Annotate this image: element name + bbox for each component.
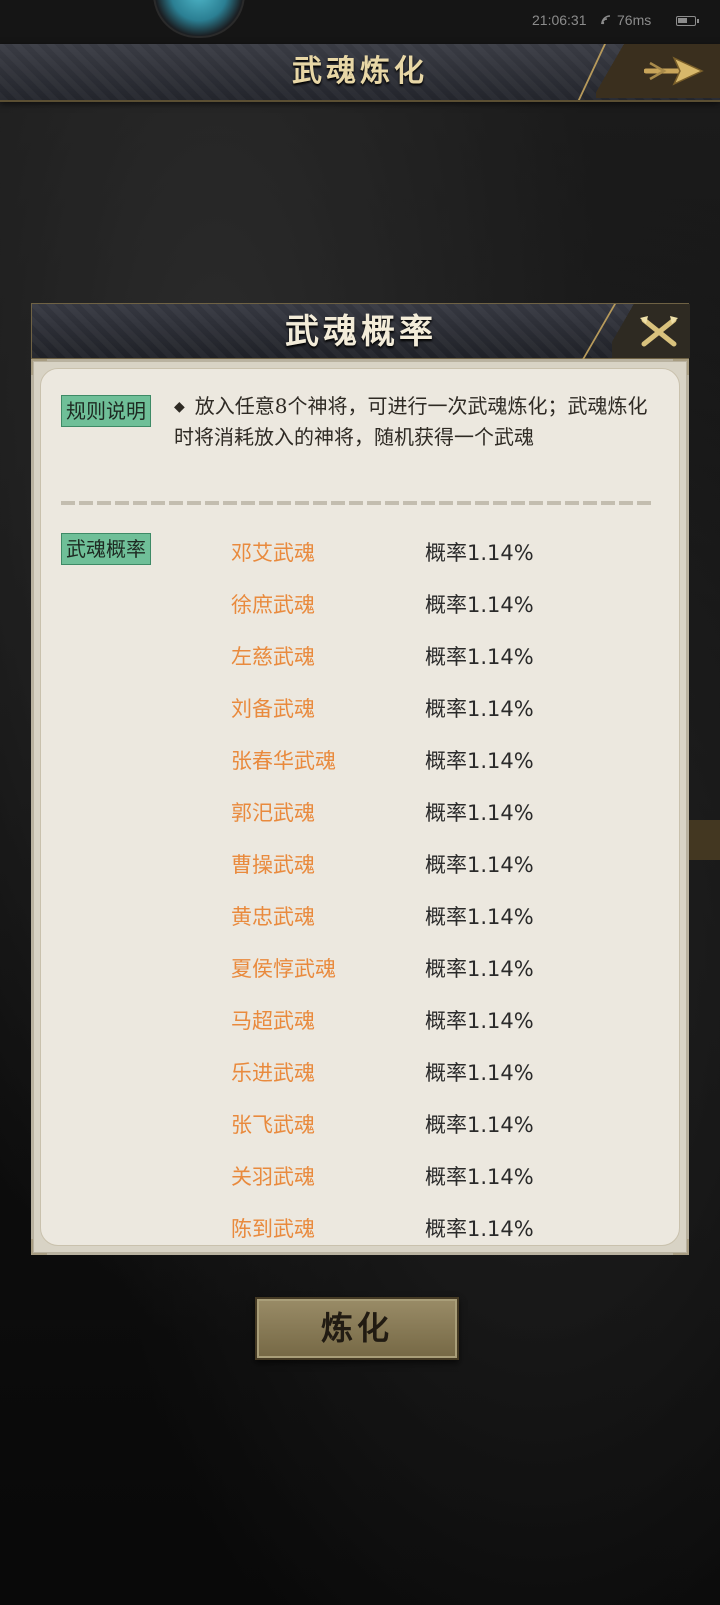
soul-name: 黄忠武魂 [231,905,315,929]
soul-probability: 概率1.14% [425,593,534,617]
soul-probability: 概率1.14% [425,1217,534,1241]
dialog-content-panel[interactable]: 规则说明 ◆ 放入任意8个神将，可进行一次武魂炼化；武魂炼化时将消耗放入的神将，随… [40,368,680,1246]
soul-name: 左慈武魂 [231,645,315,669]
wifi-icon [601,15,611,25]
soul-probability: 概率1.14% [425,697,534,721]
battery-icon [676,16,699,26]
probability-dialog: 武魂概率 规则说明 ◆ 放入任意8个神将，可进行一次武魂炼化；武魂炼化时将消耗放入… [31,303,690,1255]
probability-row: 马超武魂 概率1.14% [41,997,679,1049]
soul-probability: 概率1.14% [425,1165,534,1189]
soul-name: 郭汜武魂 [231,801,315,825]
app-avatar-icon [153,0,245,38]
probability-row: 关羽武魂 概率1.14% [41,1153,679,1205]
soul-name: 关羽武魂 [231,1165,315,1189]
soul-name: 邓艾武魂 [231,541,315,565]
probability-row: 张飞武魂 概率1.14% [41,1101,679,1153]
soul-name: 夏侯惇武魂 [231,957,336,981]
soul-name: 张飞武魂 [231,1113,315,1137]
frame-corner [673,1239,689,1255]
diamond-bullet-icon: ◆ [174,399,185,415]
probability-row: 邓艾武魂 概率1.14% [41,529,679,581]
dialog-body: 规则说明 ◆ 放入任意8个神将，可进行一次武魂炼化；武魂炼化时将消耗放入的神将，随… [31,359,689,1255]
soul-name: 张春华武魂 [231,749,336,773]
rules-text: 放入任意8个神将，可进行一次武魂炼化；武魂炼化时将消耗放入的神将，随机获得一个武… [174,394,648,449]
probability-row: 徐庶武魂 概率1.14% [41,581,679,633]
close-x-icon [640,316,678,347]
frame-corner [673,359,689,375]
soul-probability: 概率1.14% [425,749,534,773]
status-ping: 76ms [617,12,652,28]
soul-probability: 概率1.14% [425,541,534,565]
soul-name: 刘备武魂 [231,697,315,721]
soul-probability: 概率1.14% [425,853,534,877]
soul-probability: 概率1.14% [425,1113,534,1137]
divider [61,501,655,505]
soul-name: 陈到武魂 [231,1217,315,1241]
probability-row: 张春华武魂 概率1.14% [41,737,679,789]
soul-probability: 概率1.14% [425,957,534,981]
soul-probability: 概率1.14% [425,1009,534,1033]
rules-tag: 规则说明 [61,395,151,427]
frame-corner [31,1239,47,1255]
soul-name: 徐庶武魂 [231,593,315,617]
dialog-title: 武魂概率 [285,312,437,352]
soul-probability: 概率1.14% [425,645,534,669]
probability-row: 左慈武魂 概率1.14% [41,633,679,685]
status-bar: 21:06:31 76ms [0,0,720,44]
probability-row: 郭汜武魂 概率1.14% [41,789,679,841]
dialog-titlebar: 武魂概率 [31,303,690,359]
soul-name: 马超武魂 [231,1009,315,1033]
back-button[interactable] [596,44,720,98]
probability-row: 夏侯惇武魂 概率1.14% [41,945,679,997]
soul-name: 曹操武魂 [231,853,315,877]
probability-row: 曹操武魂 概率1.14% [41,841,679,893]
soul-name: 乐进武魂 [231,1061,315,1085]
soul-probability: 概率1.14% [425,801,534,825]
soul-probability: 概率1.14% [425,1061,534,1085]
probability-row: 刘备武魂 概率1.14% [41,685,679,737]
probability-row: 黄忠武魂 概率1.14% [41,893,679,945]
page-header: 武魂炼化 [0,44,720,102]
status-time: 21:06:31 [532,12,587,28]
frame-corner [31,359,47,375]
arrow-right-icon [644,56,704,86]
soul-probability: 概率1.14% [425,905,534,929]
probability-row: 乐进武魂 概率1.14% [41,1049,679,1101]
rules-description: ◆ 放入任意8个神将，可进行一次武魂炼化；武魂炼化时将消耗放入的神将，随机获得一个… [174,391,654,452]
close-button[interactable] [612,304,690,358]
probability-row: 陈到武魂 概率1.14% [41,1205,679,1245]
